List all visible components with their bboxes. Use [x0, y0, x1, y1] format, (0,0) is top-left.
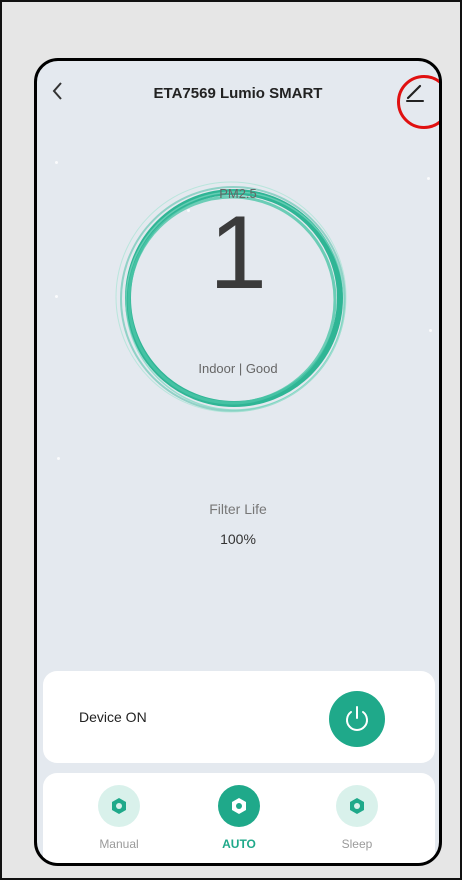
- mode-icon-bg: [336, 785, 378, 827]
- power-button[interactable]: [329, 691, 385, 747]
- hexagon-nut-icon: [232, 798, 246, 814]
- filter-life-label: Filter Life: [209, 501, 267, 517]
- power-card: Device ON: [43, 671, 435, 763]
- power-icon: [346, 706, 368, 731]
- sparkle-dot: [57, 457, 60, 460]
- sparkle-dot: [429, 329, 432, 332]
- device-title: ETA7569 Lumio SMART: [153, 85, 323, 102]
- mode-label: AUTO: [222, 837, 256, 851]
- hexagon-nut-icon: [350, 798, 364, 814]
- screenshot-frame: ETA7569 Lumio SMART PM2.5 1 Indoor | Goo…: [0, 0, 462, 880]
- mode-label: Manual: [99, 837, 139, 851]
- top-bar: ETA7569 Lumio SMART: [37, 61, 439, 129]
- power-status-label: Device ON: [79, 709, 147, 725]
- mode-manual-button[interactable]: Manual: [79, 781, 159, 861]
- mode-label: Sleep: [341, 837, 373, 851]
- mode-bar: Manual AUTO Sleep: [43, 773, 435, 863]
- pm-value: 1: [209, 195, 267, 311]
- mode-sleep-button[interactable]: Sleep: [317, 781, 397, 861]
- sparkle-dot: [427, 177, 430, 180]
- mode-auto-button[interactable]: AUTO: [199, 781, 279, 861]
- sparkle-dot: [55, 161, 58, 164]
- mode-icon-bg: [98, 785, 140, 827]
- mode-icon-bg: [218, 785, 260, 827]
- phone-screen: ETA7569 Lumio SMART PM2.5 1 Indoor | Goo…: [34, 58, 442, 866]
- hexagon-nut-icon: [112, 798, 126, 814]
- air-status: Indoor | Good: [198, 361, 278, 376]
- filter-life-value: 100%: [220, 531, 256, 547]
- highlight-circle: [397, 75, 439, 129]
